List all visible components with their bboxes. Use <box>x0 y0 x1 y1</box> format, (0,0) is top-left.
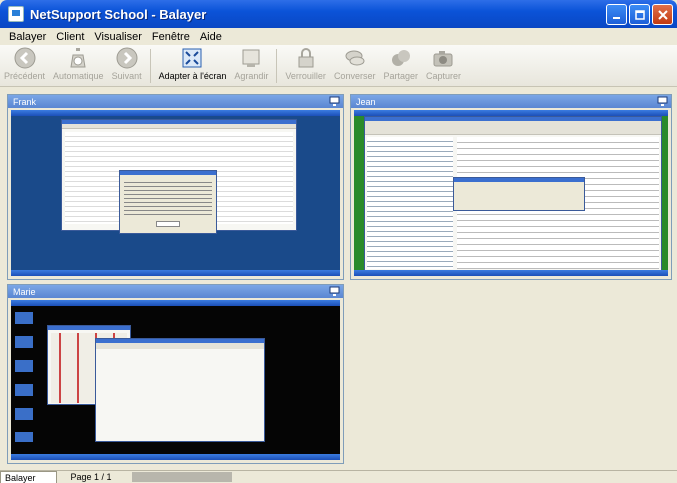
menu-fenetre[interactable]: Fenêtre <box>147 31 195 43</box>
automatic-button[interactable]: Automatique <box>53 45 104 81</box>
client-taskbar <box>354 270 668 276</box>
window-title: NetSupport School - Balayer <box>30 6 207 22</box>
client-header: Marie <box>8 285 343 298</box>
next-button[interactable]: Suivant <box>112 45 142 81</box>
client-dialog <box>119 170 217 234</box>
lock-button[interactable]: Verrouiller <box>285 45 326 81</box>
monitor-icon[interactable] <box>329 286 340 297</box>
client-header: Frank <box>8 95 343 108</box>
menu-aide[interactable]: Aide <box>195 31 227 43</box>
client-screen <box>354 110 668 276</box>
client-app-window <box>364 116 662 272</box>
menu-visualiser[interactable]: Visualiser <box>89 31 147 43</box>
back-arrow-icon <box>14 47 36 69</box>
share-icon <box>390 47 412 69</box>
enlarge-icon <box>240 47 262 69</box>
automatic-label: Automatique <box>53 71 104 81</box>
enlarge-label: Agrandir <box>234 71 269 81</box>
client-dialog <box>453 177 585 211</box>
client-app-window <box>95 338 265 442</box>
client-taskbar <box>11 454 340 460</box>
desktop-icons <box>15 312 33 442</box>
scan-workspace: Frank Jean Marie <box>0 88 677 470</box>
client-name: Marie <box>13 286 36 297</box>
client-name: Frank <box>13 96 37 107</box>
close-button[interactable] <box>652 4 673 25</box>
fit-screen-button[interactable]: Adapter à l'écran <box>158 45 227 81</box>
client-screen <box>11 110 340 276</box>
tab-balayer[interactable]: Balayer <box>0 471 57 483</box>
netsupport-app-icon <box>8 6 24 22</box>
fit-screen-icon <box>181 47 203 69</box>
chat-label: Converser <box>333 71 376 81</box>
client-header: Jean <box>351 95 671 108</box>
minimize-icon <box>612 16 620 19</box>
toolbar-separator <box>276 49 278 83</box>
forward-arrow-icon <box>116 47 138 69</box>
status-bar: Balayer Page 1 / 1 <box>0 470 677 483</box>
progress-area <box>131 472 232 482</box>
menu-bar: Balayer Client Visualiser Fenêtre Aide <box>0 28 677 45</box>
client-thumbnail-marie[interactable]: Marie <box>7 284 344 464</box>
fit-screen-label: Adapter à l'écran <box>158 71 227 81</box>
chat-icon <box>344 47 366 69</box>
capture-button[interactable]: Capturer <box>426 45 461 81</box>
padlock-icon <box>295 47 317 69</box>
monitor-icon[interactable] <box>329 96 340 107</box>
toolbar-separator <box>149 49 151 83</box>
menu-balayer[interactable]: Balayer <box>4 31 51 43</box>
client-taskbar <box>11 270 340 276</box>
share-label: Partager <box>383 71 418 81</box>
enlarge-button[interactable]: Agrandir <box>234 45 268 81</box>
maximize-button[interactable] <box>629 4 650 25</box>
previous-label: Précédent <box>4 71 46 81</box>
camera-icon <box>432 47 454 69</box>
client-taskbar <box>11 300 340 306</box>
previous-button[interactable]: Précédent <box>4 45 45 81</box>
monitor-icon[interactable] <box>657 96 668 107</box>
page-indicator: Page 1 / 1 <box>70 472 112 482</box>
client-name: Jean <box>356 96 376 107</box>
window-controls <box>606 4 673 25</box>
client-thumbnail-frank[interactable]: Frank <box>7 94 344 280</box>
chat-button[interactable]: Converser <box>333 45 376 81</box>
close-icon <box>657 9 668 20</box>
maximize-icon <box>634 9 645 20</box>
stopwatch-icon <box>67 47 89 69</box>
title-bar: NetSupport School - Balayer <box>0 0 677 28</box>
lock-label: Verrouiller <box>285 71 326 81</box>
share-button[interactable]: Partager <box>383 45 418 81</box>
client-thumbnail-jean[interactable]: Jean <box>350 94 672 280</box>
client-taskbar <box>11 110 340 116</box>
toolbar: Précédent Automatique Suivant Adapter à … <box>0 45 677 87</box>
menu-client[interactable]: Client <box>51 31 89 43</box>
next-label: Suivant <box>111 71 142 81</box>
client-screen <box>11 300 340 460</box>
capture-label: Capturer <box>425 71 461 81</box>
minimize-button[interactable] <box>606 4 627 25</box>
